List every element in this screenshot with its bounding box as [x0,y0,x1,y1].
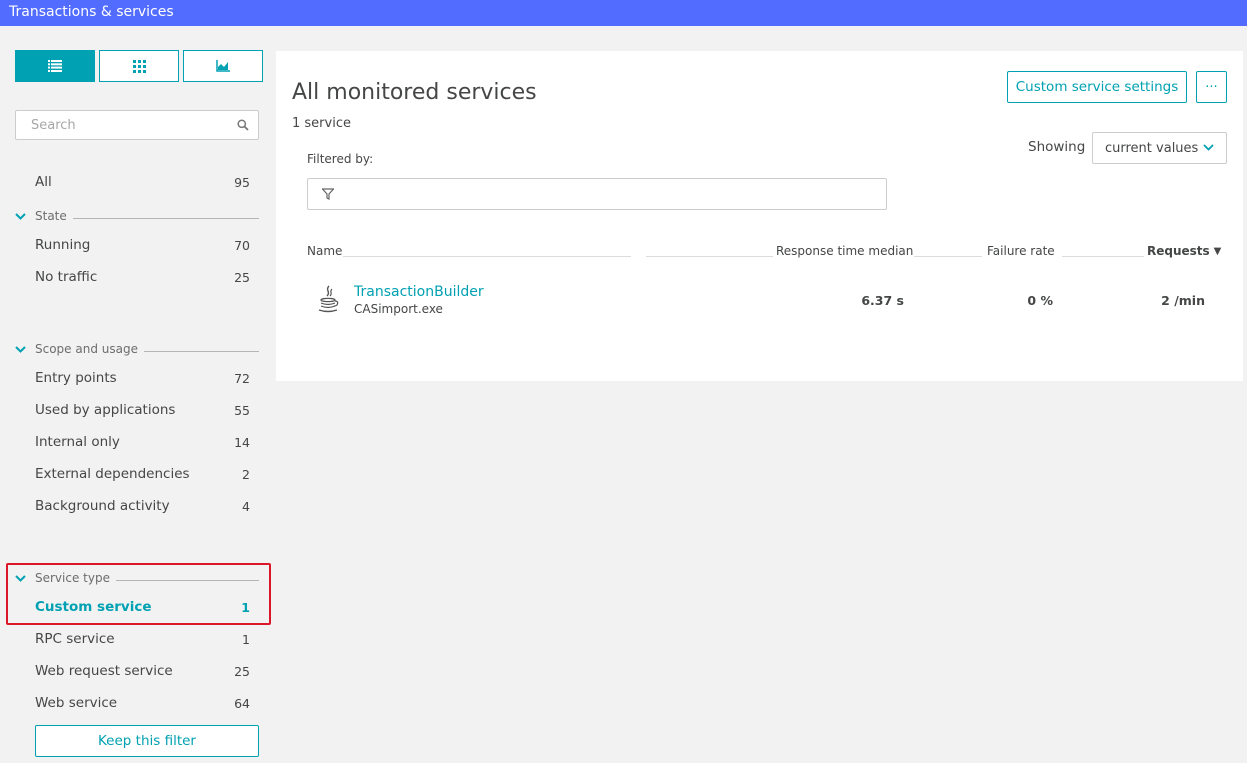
filter-item-label: Web request service [35,663,173,679]
grid-icon [132,59,146,73]
filter-item-custom-service[interactable]: Custom service 1 [35,599,250,615]
header-divider [1062,256,1144,257]
search-box [15,110,259,140]
filter-item-no-traffic[interactable]: No traffic 25 [35,269,250,285]
filter-item-count: 95 [234,174,250,190]
view-toggle [15,50,263,82]
failure-rate-value: 0 % [1027,293,1053,308]
chevron-down-icon [15,345,26,353]
response-time-value: 6.37 s [861,293,904,308]
chevron-down-icon [15,212,26,220]
filter-item-label: Web service [35,695,118,711]
chart-view-button[interactable] [183,50,263,82]
requests-value: 2 /min [1161,293,1205,308]
section-title: Scope and usage [35,342,138,356]
section-divider [115,580,259,581]
filter-item-label: Entry points [35,370,117,386]
filter-item-count: 25 [234,269,250,285]
header-divider [343,256,631,257]
list-icon [48,60,62,72]
service-count: 1 service [292,116,351,131]
filter-item-label: Used by applications [35,402,176,418]
filter-item-count: 64 [234,695,250,711]
filter-item-all[interactable]: All 95 [35,174,250,190]
service-name-link[interactable]: TransactionBuilder [354,284,484,300]
header-divider [914,256,982,257]
app-header: Transactions & services [0,0,1247,26]
java-icon [318,285,339,313]
filter-item-count: 2 [242,466,250,482]
showing-value: current values [1105,140,1199,156]
filter-item-entry-points[interactable]: Entry points 72 [35,370,250,386]
search-icon [237,119,249,131]
page-title: Transactions & services [9,4,174,20]
header-divider [646,256,773,257]
filter-item-label: All [35,174,52,190]
filter-item-count: 72 [234,370,250,386]
filter-input[interactable] [307,178,887,210]
filter-item-web-request-service[interactable]: Web request service 25 [35,663,250,679]
custom-service-settings-button[interactable]: Custom service settings [1007,71,1187,103]
filter-item-count: 25 [234,663,250,679]
filter-item-label: Custom service [35,599,152,615]
filter-item-running[interactable]: Running 70 [35,237,250,253]
filter-item-label: No traffic [35,269,98,285]
column-header-failure-rate[interactable]: Failure rate [987,244,1055,258]
filter-item-count: 55 [234,402,250,418]
section-header-service-type[interactable]: Service type [15,571,259,585]
column-header-response-time[interactable]: Response time median [776,244,913,258]
chart-icon [216,60,230,72]
filter-item-label: Background activity [35,498,170,514]
sort-desc-icon: ▼ [1213,245,1222,257]
filter-item-external-dependencies[interactable]: External dependencies 2 [35,466,250,482]
filter-icon [322,188,334,200]
filter-item-label: Running [35,237,91,253]
filter-item-count: 4 [242,498,250,514]
column-header-name[interactable]: Name [307,244,342,258]
filter-item-internal-only[interactable]: Internal only 14 [35,434,250,450]
filter-item-count: 14 [234,434,250,450]
list-view-button[interactable] [15,50,95,82]
section-header-state[interactable]: State [15,209,259,223]
filter-item-count: 70 [234,237,250,253]
filtered-by-label: Filtered by: [307,152,374,166]
chevron-down-icon [15,574,26,582]
search-input[interactable] [16,111,226,139]
filter-item-count: 1 [241,599,250,615]
grid-view-button[interactable] [99,50,179,82]
section-title: Service type [35,571,110,585]
filter-item-label: RPC service [35,631,115,647]
filter-item-count: 1 [242,631,250,647]
service-process-name: CASimport.exe [354,302,443,316]
filter-item-label: Internal only [35,434,120,450]
more-options-button[interactable]: ··· [1196,71,1227,103]
filter-item-label: External dependencies [35,466,190,482]
section-title: State [35,209,67,223]
keep-filter-button[interactable]: Keep this filter [35,725,259,757]
showing-label: Showing [1028,139,1086,155]
section-header-scope[interactable]: Scope and usage [15,342,259,356]
showing-select[interactable]: current values [1092,132,1227,164]
filter-item-used-by-applications[interactable]: Used by applications 55 [35,402,250,418]
filter-item-web-service[interactable]: Web service 64 [35,695,250,711]
section-divider [143,351,259,352]
filter-item-background-activity[interactable]: Background activity 4 [35,498,250,514]
panel-title: All monitored services [292,80,537,105]
main-panel: All monitored services 1 service Custom … [276,51,1243,381]
filter-item-rpc-service[interactable]: RPC service 1 [35,631,250,647]
section-divider [72,218,259,219]
column-header-requests[interactable]: Requests ▼ [1147,244,1221,258]
chevron-down-icon [1203,144,1214,151]
